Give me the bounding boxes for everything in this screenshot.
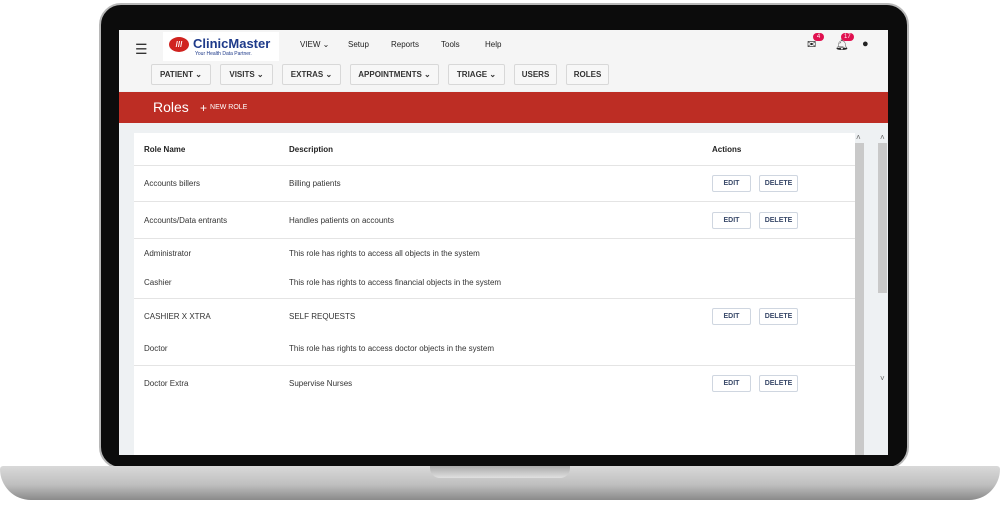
laptop-notch (430, 466, 570, 478)
table-header: Role Name Description Actions (134, 133, 855, 165)
header-description: Description (289, 145, 334, 154)
mail-badge: 4 (813, 33, 824, 41)
logo[interactable]: /// ClinicMaster Your Health Data Partne… (163, 32, 279, 61)
edit-button[interactable]: EDIT (712, 175, 751, 192)
role-name: CASHIER X XTRA (144, 312, 211, 321)
logo-name: ClinicMaster (193, 36, 271, 51)
role-description: Billing patients (289, 179, 341, 188)
role-description: SELF REQUESTS (289, 312, 356, 321)
new-role-button[interactable]: + NEW ROLE (192, 97, 255, 118)
menu-tools[interactable]: Tools (441, 40, 460, 49)
role-name: Accounts billers (144, 179, 201, 188)
table-row: Doctor This role has rights to access do… (134, 333, 855, 365)
menu-help[interactable]: Help (485, 40, 501, 49)
table-row: CASHIER X XTRA SELF REQUESTS EDIT DELETE (134, 298, 855, 333)
logo-mark-icon: /// (169, 37, 189, 52)
mail-button[interactable]: ✉ 4 (807, 33, 824, 51)
delete-button[interactable]: DELETE (759, 212, 798, 229)
role-name: Doctor (144, 344, 168, 353)
header-role-name: Role Name (144, 145, 186, 154)
table-row: Doctor Extra Supervise Nurses EDIT DELETE (134, 365, 855, 400)
nav-triage[interactable]: TRIAGE ⌄ (448, 64, 505, 85)
edit-button[interactable]: EDIT (712, 375, 751, 392)
nav-patient[interactable]: PATIENT ⌄ (151, 64, 211, 85)
nav-extras[interactable]: EXTRAS ⌄ (282, 64, 341, 85)
role-description: Supervise Nurses (289, 379, 353, 388)
nav-visits[interactable]: VISITS ⌄ (220, 64, 273, 85)
table-row: Accounts/Data entrants Handles patients … (134, 201, 855, 238)
role-name: Accounts/Data entrants (144, 216, 228, 225)
edit-button[interactable]: EDIT (712, 212, 751, 229)
page-scroll-down-icon[interactable]: ˅ (880, 374, 885, 383)
role-description: Handles patients on accounts (289, 216, 394, 225)
role-name: Administrator (144, 249, 192, 258)
top-bar: ☰ /// ClinicMaster Your Health Data Part… (119, 30, 888, 91)
role-description: This role has rights to access all objec… (289, 249, 480, 258)
notifications-button[interactable]: 🔔︎ 17 (835, 33, 854, 51)
menu-view[interactable]: VIEW ⌄ (300, 40, 329, 49)
page-scrollbar[interactable] (878, 143, 887, 293)
menu-setup[interactable]: Setup (348, 40, 369, 49)
table-row: Accounts billers Billing patients EDIT DE… (134, 165, 855, 201)
delete-button[interactable]: DELETE (759, 375, 798, 392)
plus-icon: + (200, 100, 208, 115)
role-name: Doctor Extra (144, 379, 189, 388)
role-name: Cashier (144, 278, 172, 287)
account-icon[interactable]: ● (862, 38, 869, 50)
nav-roles[interactable]: ROLES (566, 64, 609, 85)
page-scroll-up-icon[interactable]: ˄ (880, 133, 885, 142)
table-scrollbar[interactable] (855, 143, 864, 455)
header-actions: Actions (712, 145, 742, 154)
table-row: Administrator This role has rights to ac… (134, 238, 855, 268)
notification-badge: 17 (841, 33, 854, 41)
app-screen: ☰ /// ClinicMaster Your Health Data Part… (119, 30, 888, 455)
edit-button[interactable]: EDIT (712, 308, 751, 325)
role-description: This role has rights to access financial… (289, 278, 502, 287)
roles-table: Role Name Description Actions Accounts b… (134, 133, 855, 455)
page-header: Roles + NEW ROLE (119, 92, 888, 123)
menu-reports[interactable]: Reports (391, 40, 419, 49)
page-title: Roles (153, 99, 189, 115)
nav-users[interactable]: USERS (514, 64, 557, 85)
nav-appointments[interactable]: APPOINTMENTS ⌄ (350, 64, 439, 85)
delete-button[interactable]: DELETE (759, 175, 798, 192)
scroll-up-icon[interactable]: ˄ (856, 133, 861, 142)
delete-button[interactable]: DELETE (759, 308, 798, 325)
logo-tagline: Your Health Data Partner. (195, 51, 252, 57)
table-row: Cashier This role has rights to access f… (134, 268, 855, 298)
hamburger-menu-icon[interactable]: ☰ (135, 41, 148, 58)
role-description: This role has rights to access doctor ob… (289, 344, 494, 353)
